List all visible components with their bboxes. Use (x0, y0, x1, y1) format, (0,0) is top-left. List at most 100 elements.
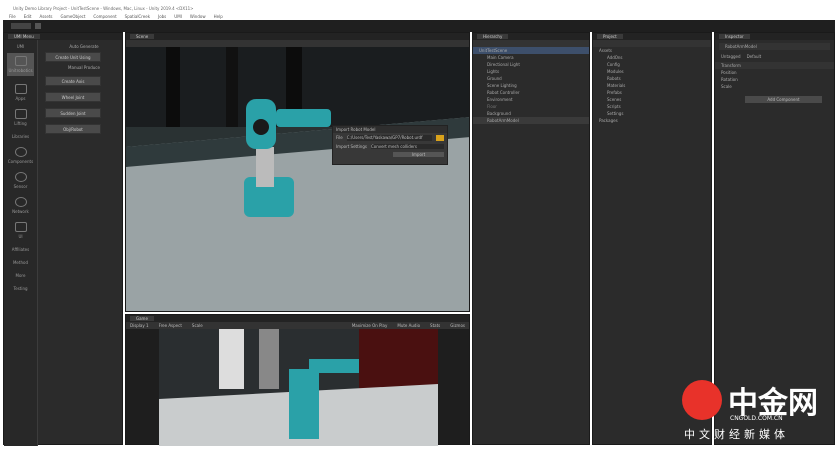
project-folder[interactable]: Scenes (593, 96, 711, 103)
scene-view[interactable]: Scene Import Robot Model File C:/Users/Te… (125, 32, 470, 312)
umi-tab[interactable]: UMI Menu (4, 33, 122, 40)
menu-assets[interactable]: Assets (39, 14, 52, 19)
menu-window[interactable]: Window (190, 14, 206, 19)
project-folder[interactable]: Robots (593, 75, 711, 82)
inspector-tab[interactable]: Inspector (715, 33, 834, 40)
cngold-logo-icon (682, 380, 722, 420)
file-path-input[interactable]: C:/Users/Test/Yaskawa/GP7/Robot.urdf (346, 135, 432, 141)
maximize-toggle[interactable]: Maximize On Play (352, 323, 388, 328)
auto-generate-header: Auto Generate (69, 44, 99, 49)
position-row[interactable]: Position (715, 69, 834, 76)
sidebar-item-apps[interactable]: Apps (4, 84, 37, 101)
manual-produce-header: Manual Produce (68, 65, 100, 70)
game-render (159, 329, 438, 446)
add-component-button[interactable]: Add Component (745, 96, 822, 103)
hierarchy-panel: Hierarchy UnitTestScene Main Camera Dire… (472, 32, 590, 445)
menu-component[interactable]: Component (93, 14, 116, 19)
import-robot-dialog: Import Robot Model File C:/Users/Test/Yas… (332, 125, 448, 165)
mute-toggle[interactable]: Mute Audio (397, 323, 420, 328)
sidebar-item-network[interactable]: Network (4, 197, 37, 214)
project-folder[interactable]: Materials (593, 82, 711, 89)
tag-dropdown[interactable]: Untagged (721, 54, 741, 59)
menu-file[interactable]: File (9, 14, 16, 19)
game-view[interactable]: Game Display 1 Free Aspect Scale Maximiz… (125, 314, 470, 446)
sensor-icon (14, 172, 27, 182)
scene-tab[interactable]: Scene (126, 33, 469, 40)
menu-help[interactable]: Help (214, 14, 223, 19)
sidebar-item-method[interactable]: Method (4, 260, 37, 265)
hierarchy-item[interactable]: Scene Lighting (473, 82, 589, 89)
sidebar-item-unitrobotics[interactable]: Unitrobotics (7, 53, 34, 76)
obj-robot-button[interactable]: Obj/Robot (45, 124, 101, 134)
project-folder[interactable]: Modules (593, 68, 711, 75)
sidebar-item-more[interactable]: More (4, 273, 37, 278)
hierarchy-item[interactable]: RobotArmModel (473, 117, 589, 124)
hierarchy-item[interactable]: Ground (473, 75, 589, 82)
watermark-tagline: 中文财经新媒体 (684, 428, 789, 441)
gizmos-dropdown[interactable]: Gizmos (450, 323, 465, 328)
menu-jobs[interactable]: Jobs (158, 14, 166, 19)
umi-sidebar: UMI Unitrobotics Apps Lifting Libraries … (4, 40, 38, 446)
project-folder[interactable]: Settings (593, 110, 711, 117)
project-search[interactable] (593, 40, 711, 47)
create-unit-button[interactable]: Create Unit Using (45, 52, 101, 62)
hierarchy-item[interactable]: Main Camera (473, 54, 589, 61)
section-libraries: Libraries (11, 134, 30, 139)
lifting-icon (14, 109, 27, 119)
title-bar: Unity Demo Library Project - UnitTestSce… (3, 4, 835, 12)
wheel-joint-button[interactable]: Wheel Joint (45, 92, 101, 102)
cngold-watermark: 中金网 CNGOLD.COM.CN 中文财经新媒体 (680, 378, 832, 441)
components-icon (14, 147, 27, 157)
hierarchy-item[interactable]: UnitTestScene (473, 47, 589, 54)
rotation-row[interactable]: Rotation (715, 76, 834, 83)
transform-component-header[interactable]: Transform (715, 62, 834, 69)
project-tab[interactable]: Project (593, 33, 711, 40)
create-axis-button[interactable]: Create Axis (45, 76, 101, 86)
project-folder[interactable]: Scripts (593, 103, 711, 110)
menu-spatialcreek[interactable]: SpatialCreek (125, 14, 150, 19)
hierarchy-tab[interactable]: Hierarchy (473, 33, 589, 40)
account-dropdown[interactable] (11, 23, 31, 29)
section-affiliates: Affiliates (11, 247, 30, 252)
sidebar-item-ui[interactable]: UI (4, 222, 37, 239)
stats-toggle[interactable]: Stats (430, 323, 440, 328)
project-folder[interactable]: AddOns (593, 54, 711, 61)
menu-umi[interactable]: UMI (174, 14, 182, 19)
hierarchy-item[interactable]: Background (473, 110, 589, 117)
menu-edit[interactable]: Edit (24, 14, 32, 19)
hierarchy-search[interactable] (473, 40, 589, 47)
menu-gameobject[interactable]: GameObject (60, 14, 85, 19)
project-folder[interactable]: Config (593, 61, 711, 68)
aspect-dropdown[interactable]: Free Aspect (159, 323, 182, 328)
sidebar-item-components[interactable]: Components (4, 147, 37, 164)
import-button[interactable]: Import (393, 152, 444, 157)
menu-bar: File Edit Assets GameObject Component Sp… (3, 12, 835, 20)
import-settings-label: Import Settings (336, 144, 367, 149)
project-folder[interactable]: Assets (593, 47, 711, 54)
layer-dropdown[interactable]: Default (747, 54, 762, 59)
project-folder[interactable]: Packages (593, 117, 711, 124)
import-settings-dropdown[interactable]: Convert mesh colliders (370, 144, 444, 149)
scale-slider[interactable]: Scale (192, 323, 203, 328)
folder-icon[interactable] (436, 135, 444, 141)
main-toolbar (3, 20, 835, 32)
hierarchy-item[interactable]: Floor (473, 103, 589, 110)
watermark-site: CNGOLD.COM.CN (730, 415, 783, 422)
hierarchy-item[interactable]: Robot Controller (473, 89, 589, 96)
object-name-field[interactable]: RobotArmModel (719, 43, 830, 50)
robot-icon (14, 56, 27, 66)
hierarchy-item[interactable]: Environment (473, 96, 589, 103)
sidebar-item-testing[interactable]: Testing (4, 286, 37, 291)
game-tab[interactable]: Game (126, 315, 469, 322)
hierarchy-item[interactable]: Directional Light (473, 61, 589, 68)
scene-render (126, 47, 469, 311)
hierarchy-item[interactable]: Lights (473, 68, 589, 75)
sidebar-item-lifting[interactable]: Lifting (4, 109, 37, 126)
section-umi: UMI (16, 44, 25, 49)
display-dropdown[interactable]: Display 1 (130, 323, 149, 328)
sidebar-item-sensor[interactable]: Sensor (4, 172, 37, 189)
cloud-icon[interactable] (35, 23, 41, 29)
project-folder[interactable]: Prefabs (593, 89, 711, 96)
scale-row[interactable]: Scale (715, 83, 834, 90)
sudden-joint-button[interactable]: Sudden Joint (45, 108, 101, 118)
